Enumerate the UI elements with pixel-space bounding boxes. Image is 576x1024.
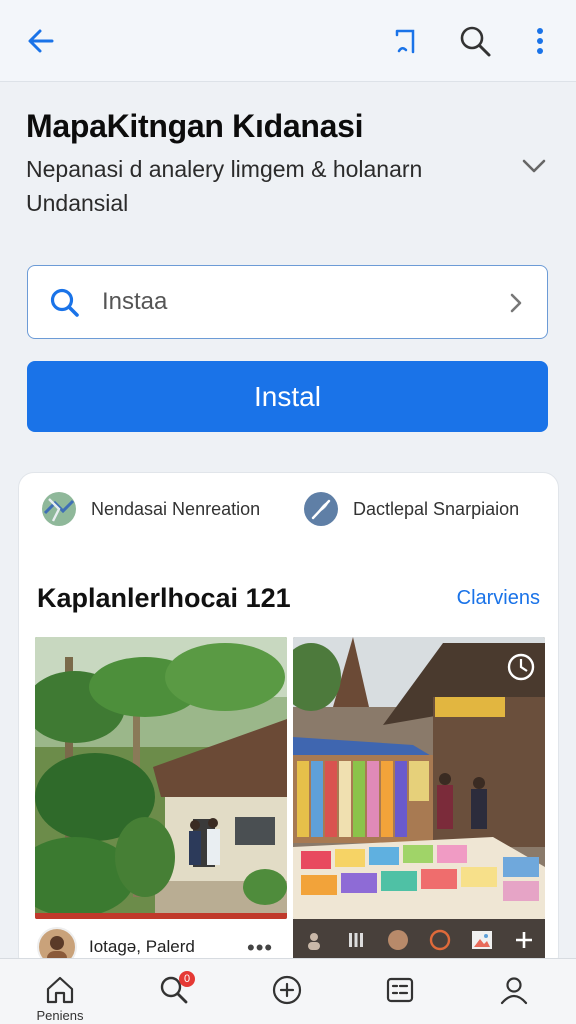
plus-icon[interactable] [512,928,536,952]
gallery-icon[interactable] [344,928,368,952]
content-card: Nendasai Nenreation Dactlepal Snarpiaion… [18,472,559,972]
bottom-navigation: Peniens 0 [0,958,576,1024]
chevron-right-icon[interactable] [505,290,527,316]
photo-action-bar [293,919,545,961]
nav-list[interactable] [370,973,430,1023]
search-icon[interactable] [456,22,494,60]
install-button[interactable]: Instal [27,361,548,432]
list-icon [386,977,414,1003]
search-icon [48,286,82,320]
nav-profile[interactable] [484,973,544,1023]
bookmark-icon[interactable] [386,22,424,60]
record-icon[interactable] [428,928,452,952]
chevron-down-icon[interactable] [518,152,550,180]
map-icon [41,491,77,527]
chip-label: Dactlepal Snarpiaion [353,498,520,519]
feather-icon [303,491,339,527]
chip-recreation[interactable]: Nendasai Nenreation [41,491,260,527]
search-input[interactable]: Instaa [27,265,548,339]
add-circle-icon [272,975,302,1005]
tropical-village-photo[interactable] [35,637,287,919]
nav-search[interactable]: 0 [144,971,204,1023]
back-arrow-icon[interactable] [22,22,60,60]
caption-text: Iotagə, Palerd [89,937,195,956]
chip-inspiration[interactable]: Dactlepal Snarpiaion [303,491,519,527]
section-title: Kaplanlerlhocai 121 [37,583,291,613]
profile-icon [500,977,528,1005]
nav-home-label: Peniens [36,1008,84,1023]
textile-market-photo[interactable] [293,637,545,919]
section-link[interactable]: Clarviens [457,587,540,610]
avatar-icon[interactable] [386,928,410,952]
more-vertical-icon[interactable] [521,22,559,60]
nav-home[interactable]: Peniens [30,973,90,1023]
app-subtitle: Nepanasi d analery limgem & holanarn Und… [26,156,423,216]
notification-badge: 0 [179,971,195,987]
nav-add[interactable] [257,973,317,1023]
search-input-value: Instaa [102,288,168,315]
home-icon [46,976,74,1004]
person-icon[interactable] [302,928,326,952]
image-icon[interactable] [470,928,494,952]
chip-label: Nendasai Nenreation [91,498,261,519]
app-title: MapaKitngan Kıdanasi [26,108,364,144]
top-app-bar [0,0,576,82]
